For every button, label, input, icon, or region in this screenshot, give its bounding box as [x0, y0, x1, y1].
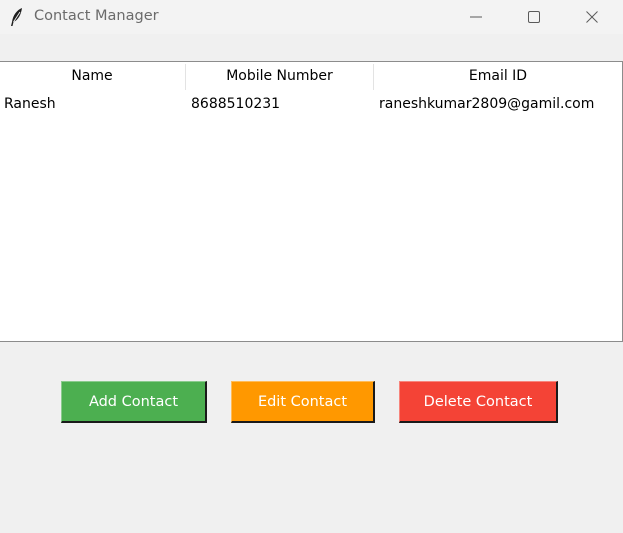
close-button[interactable] — [569, 0, 615, 34]
table-header: Name Mobile Number Email ID — [0, 62, 622, 91]
minimize-button[interactable] — [453, 0, 499, 34]
window-title: Contact Manager — [34, 8, 159, 24]
delete-contact-button[interactable]: Delete Contact — [399, 381, 558, 423]
edit-contact-button[interactable]: Edit Contact — [231, 381, 375, 423]
contact-manager-window: Contact Manager Name Mobile Number Email… — [0, 0, 623, 533]
cell-mobile-number: 8688510231 — [191, 96, 281, 112]
maximize-button[interactable] — [511, 0, 557, 34]
contacts-table[interactable]: Name Mobile Number Email ID Ranesh 86885… — [0, 61, 623, 342]
column-header-email-id[interactable]: Email ID — [374, 62, 622, 91]
title-bar[interactable]: Contact Manager — [0, 0, 623, 34]
cell-name: Ranesh — [4, 96, 56, 112]
cell-email-id: raneshkumar2809@gamil.com — [379, 96, 595, 112]
column-header-mobile-number[interactable]: Mobile Number — [186, 62, 373, 91]
table-row[interactable]: Ranesh 8688510231 raneshkumar2809@gamil.… — [0, 92, 622, 116]
column-header-name[interactable]: Name — [0, 62, 185, 91]
add-contact-button[interactable]: Add Contact — [61, 381, 207, 423]
feather-icon — [9, 7, 25, 27]
